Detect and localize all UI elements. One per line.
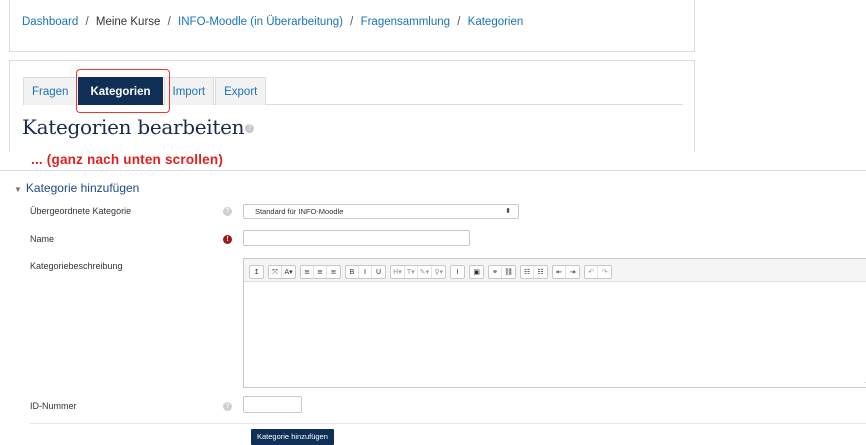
collapse-caret-icon[interactable]: ▼ [14, 185, 22, 194]
toolbar-group: H▾ T▾ ✎▾ ♀▾ [390, 265, 447, 279]
breadcrumb-separator: / [167, 16, 171, 28]
toolbar-bold-italic-underline-button[interactable]: ♀▾ [432, 266, 445, 278]
breadcrumb-course[interactable]: INFO-Moodle (in Überarbeitung) [178, 16, 343, 28]
idnumber-label: ID-Nummer [30, 401, 77, 411]
breadcrumb-separator: / [350, 16, 354, 28]
form-divider [30, 423, 866, 424]
toolbar-clear-format-button[interactable]: A▾ [282, 266, 295, 278]
toolbar-align-button[interactable]: I [359, 266, 372, 278]
toolbar-list-button[interactable]: ⇥ [566, 266, 579, 278]
help-icon[interactable]: ? [223, 207, 232, 216]
breadcrumb-meine-kurse: Meine Kurse [95, 16, 161, 28]
parent-category-value: Standard für INFO-Moodle [255, 207, 344, 216]
add-category-form: ▼ Kategorie hinzufügen Übergeordnete Kate… [0, 170, 866, 445]
breadcrumb-card: Dashboard / Meine Kurse / INFO-Moodle (i… [9, 0, 695, 52]
help-icon[interactable]: ? [245, 124, 255, 133]
description-label: Kategoriebeschreibung [30, 261, 123, 271]
toolbar-insert-button[interactable]: ▣ [470, 266, 483, 278]
toolbar-group: ⤧ A▾ [268, 265, 296, 279]
select-arrows-icon: ⬍ [505, 208, 511, 215]
required-icon: ! [223, 235, 232, 244]
add-category-button[interactable]: Kategorie hinzufügen [251, 429, 334, 445]
toolbar-indent-button[interactable]: ↷ [598, 266, 611, 278]
toolbar-group: I [450, 265, 466, 279]
breadcrumb-dashboard[interactable]: Dashboard [22, 16, 78, 28]
description-editor[interactable]: ↥⤧A▾≡≡≡BIUH▾T▾✎▾♀▾I▣⚭⛓☷☷⇤⇥↶↷ ⟋ [243, 258, 866, 388]
toolbar-font-color-button[interactable]: ≡ [327, 266, 340, 278]
toolbar-group: ≡ ≡ ≡ [300, 265, 341, 279]
toolbar-list-button[interactable]: ⇤ [553, 266, 567, 278]
scroll-annotation: ... (ganz nach unten scrollen) [31, 152, 224, 167]
breadcrumb-kategorien[interactable]: Kategorien [468, 16, 524, 28]
name-input[interactable] [243, 230, 470, 246]
toolbar-group: ☷ ☷ [520, 265, 549, 279]
toolbar-group: BIU [345, 265, 386, 279]
page-title-text: Kategorien bearbeiten [22, 115, 245, 139]
toolbar-font-color-button[interactable]: ≡ [301, 266, 314, 278]
tab-highlight-box [76, 69, 170, 113]
toolbar-bold-italic-underline-button[interactable]: T▾ [405, 266, 418, 278]
breadcrumb-fragensammlung[interactable]: Fragensammlung [361, 16, 450, 28]
form-legend-text: Kategorie hinzufügen [25, 181, 140, 195]
tab-export[interactable]: Export [215, 77, 267, 105]
toolbar-group: ⚭ ⛓ [488, 265, 517, 279]
toolbar-style-button[interactable]: I [451, 266, 464, 278]
toolbar-align-button[interactable]: U [372, 266, 385, 278]
idnumber-input[interactable] [243, 396, 302, 413]
tab-fragen[interactable]: Fragen [23, 77, 78, 105]
toolbar-expand-button[interactable]: ↥ [250, 266, 263, 278]
toolbar-indent-button[interactable]: ↶ [585, 266, 599, 278]
toolbar-group: ↶ ↷ [584, 265, 613, 279]
tab-import[interactable]: Import [163, 77, 215, 105]
page-title: Kategorien bearbeiten? [22, 115, 255, 139]
breadcrumb-separator: / [457, 16, 461, 28]
toolbar-font-color-button[interactable]: ≡ [314, 266, 327, 278]
toolbar-align-button[interactable]: B [346, 266, 359, 278]
toolbar-bold-italic-underline-button[interactable]: ✎▾ [418, 266, 433, 278]
toolbar-link-button[interactable]: ☷ [521, 266, 535, 278]
breadcrumb-separator: / [85, 16, 89, 28]
toolbar-image-button[interactable]: ⛓ [502, 266, 515, 278]
form-legend[interactable]: ▼ Kategorie hinzufügen [14, 181, 139, 195]
parent-category-label: Übergeordnete Kategorie [30, 206, 132, 216]
toolbar-group: ↥ [249, 265, 264, 279]
toolbar-clear-format-button[interactable]: ⤧ [269, 266, 282, 278]
toolbar-group: ⇤ ⇥ [552, 265, 581, 279]
help-icon[interactable]: ? [223, 402, 232, 411]
editor-toolbar: ↥ ⤧ A▾ ≡ ≡ ≡ B I U H▾ T▾ ✎▾ ♀▾ I ▣ ⚭ ⛓ ☷ ☷ ⇤ ⇥ ↶ ↷ [244, 259, 866, 282]
toolbar-bold-italic-underline-button[interactable]: H▾ [391, 266, 405, 278]
name-label: Name [30, 234, 55, 244]
toolbar-image-button[interactable]: ⚭ [489, 266, 503, 278]
breadcrumb: Dashboard / Meine Kurse / INFO-Moodle (i… [22, 16, 523, 28]
parent-category-select[interactable]: Standard für INFO-Moodle ⬍ [243, 204, 519, 219]
toolbar-group: ▣ [469, 265, 485, 279]
toolbar-link-button[interactable]: ☷ [534, 266, 547, 278]
